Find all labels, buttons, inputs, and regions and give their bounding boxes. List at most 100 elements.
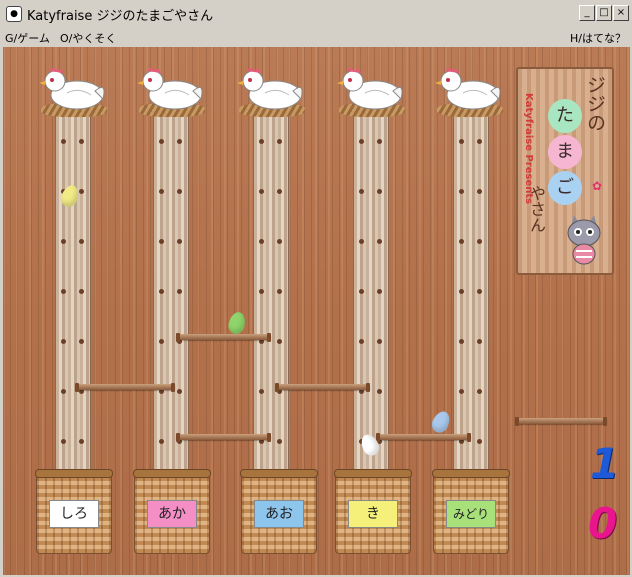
menu-game[interactable]: G/ゲーム: [5, 30, 50, 46]
hen-icon: [235, 63, 307, 113]
pole-peg: [177, 389, 182, 394]
ladder-plank[interactable]: [376, 433, 471, 442]
pole-2: [153, 107, 189, 517]
pole-peg: [61, 439, 66, 444]
pole-peg: [277, 239, 282, 244]
sign-title-bottom: やさん: [527, 185, 546, 233]
pole-peg: [459, 289, 464, 294]
pole-peg: [277, 439, 282, 444]
hen-icon: [135, 63, 207, 113]
sign-ball-ma: ま: [548, 135, 582, 169]
pole-peg: [359, 189, 364, 194]
pole-peg: [259, 389, 264, 394]
pole-peg: [477, 439, 482, 444]
basket-red: あか: [133, 469, 211, 554]
game-board[interactable]: しろ あか あお き みどり Katyfraise Presents ジジの た…: [3, 47, 630, 575]
paw-icon: ✿: [592, 179, 603, 193]
window-title: Katyfraise ジジのたまごやさん: [27, 9, 214, 24]
pole-peg: [377, 139, 382, 144]
pole-peg: [477, 139, 482, 144]
ladder-plank[interactable]: [176, 433, 271, 442]
pole-peg: [79, 239, 84, 244]
basket-blue: あお: [240, 469, 318, 554]
pole-peg: [61, 339, 66, 344]
pole-3: [253, 107, 289, 517]
pole-peg: [477, 339, 482, 344]
pole-peg: [459, 389, 464, 394]
pole-peg: [477, 189, 482, 194]
menu-promise[interactable]: O/やくそく: [60, 30, 116, 46]
app-window: ● Katyfraise ジジのたまごやさん _ □ × G/ゲーム O/やくそ…: [0, 0, 632, 577]
basket-yellow: き: [334, 469, 412, 554]
sign-ball-go: ご: [548, 171, 582, 205]
egg-blue: [429, 408, 453, 436]
hen-icon: [433, 63, 505, 113]
pole-peg: [259, 239, 264, 244]
basket-white: しろ: [35, 469, 113, 554]
pole-peg: [277, 339, 282, 344]
close-button[interactable]: ×: [613, 5, 629, 21]
pole-peg: [159, 289, 164, 294]
pole-peg: [259, 189, 264, 194]
pole-peg: [79, 439, 84, 444]
pole-peg: [459, 339, 464, 344]
pole-peg: [377, 389, 382, 394]
basket-label-red: あか: [147, 500, 197, 528]
pole-peg: [79, 189, 84, 194]
pole-peg: [61, 289, 66, 294]
pole-peg: [459, 239, 464, 244]
pole-peg: [79, 139, 84, 144]
score-bottom: 0: [588, 499, 618, 548]
pole-peg: [259, 139, 264, 144]
pole-5: [453, 107, 489, 517]
hen-icon: [335, 63, 407, 113]
basket-label-yellow: き: [348, 500, 398, 528]
pole-peg: [477, 289, 482, 294]
pole-peg: [61, 139, 66, 144]
pole-peg: [259, 289, 264, 294]
pole-peg: [177, 189, 182, 194]
cat-icon: [562, 209, 606, 267]
hen-icon: [37, 63, 109, 113]
pole-peg: [477, 389, 482, 394]
pole-peg: [359, 339, 364, 344]
menu-bar: G/ゲーム O/やくそく H/はてな？: [0, 27, 632, 47]
basket-label-white: しろ: [49, 500, 99, 528]
pole-peg: [61, 239, 66, 244]
app-icon[interactable]: ●: [6, 6, 22, 22]
pole-peg: [359, 139, 364, 144]
pole-peg: [359, 239, 364, 244]
ladder-plank[interactable]: [275, 383, 370, 392]
menu-help[interactable]: H/はてな？: [570, 30, 626, 46]
title-sign: Katyfraise Presents ジジの た ま ご やさん ✿: [516, 67, 614, 275]
maximize-button[interactable]: □: [596, 5, 612, 21]
pole-peg: [377, 189, 382, 194]
sign-ball-ta: た: [548, 99, 582, 133]
pole-peg: [277, 289, 282, 294]
pole-peg: [159, 139, 164, 144]
basket-label-green: みどり: [446, 500, 496, 528]
pole-peg: [477, 239, 482, 244]
spare-plank[interactable]: [515, 417, 607, 426]
pole-peg: [277, 189, 282, 194]
pole-peg: [177, 239, 182, 244]
ladder-plank[interactable]: [75, 383, 175, 392]
ladder-plank[interactable]: [176, 333, 271, 342]
pole-peg: [377, 239, 382, 244]
basket-label-blue: あお: [254, 500, 304, 528]
pole-peg: [377, 289, 382, 294]
pole-peg: [61, 389, 66, 394]
pole-peg: [459, 139, 464, 144]
pole-1: [55, 107, 91, 517]
pole-peg: [459, 189, 464, 194]
minimize-button[interactable]: _: [579, 5, 595, 21]
title-bar[interactable]: ● Katyfraise ジジのたまごやさん _ □ ×: [0, 0, 632, 28]
pole-peg: [277, 139, 282, 144]
egg-green: [226, 310, 248, 336]
sign-title-top: ジジの: [584, 75, 606, 132]
pole-peg: [177, 289, 182, 294]
pole-peg: [79, 339, 84, 344]
pole-peg: [159, 189, 164, 194]
pole-peg: [177, 139, 182, 144]
basket-green: みどり: [432, 469, 510, 554]
